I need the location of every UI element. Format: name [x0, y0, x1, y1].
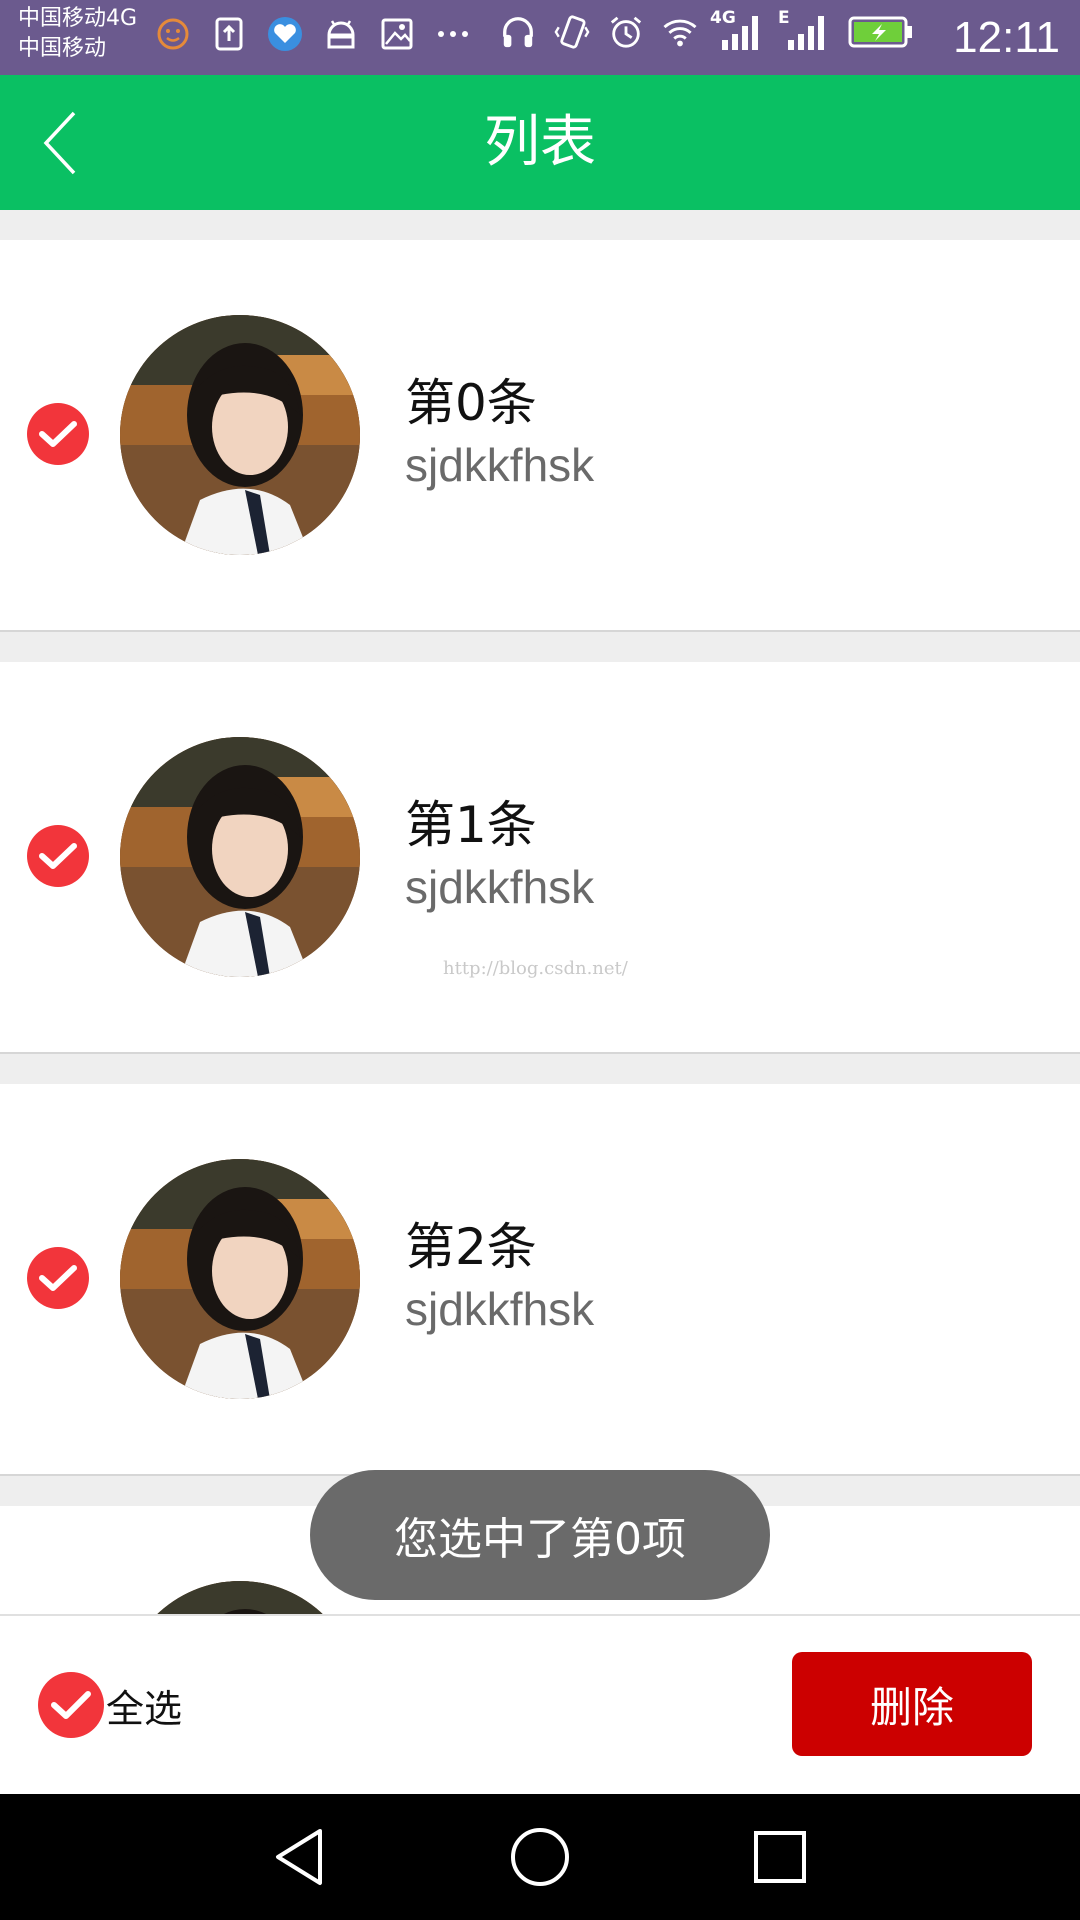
circle-home-icon [511, 1828, 569, 1886]
delete-button[interactable]: 删除 [792, 1652, 1032, 1756]
image-icon [379, 16, 415, 52]
select-all-label: 全选 [106, 1686, 183, 1731]
system-nav-bar [0, 1794, 1080, 1920]
network-4g-label: 4G [710, 8, 736, 28]
select-all-toggle[interactable]: 全选 [38, 1672, 182, 1738]
list-item[interactable]: 第1条 sjdkkfhsk [0, 662, 1080, 1054]
network-e-label: E [778, 8, 790, 28]
checkmark-icon [39, 1265, 77, 1291]
clock: 12:11 [953, 13, 1060, 62]
status-bar: 中国移动4G 中国移动 4G E 12:11 [0, 0, 1080, 75]
carrier-line2: 中国移动 [18, 36, 107, 61]
screen: 中国移动4G 中国移动 4G E 12:11 列表 第0条 sjdkkfhsk … [0, 0, 1080, 1920]
item-checkbox[interactable] [27, 1247, 89, 1309]
checkmark-icon [39, 421, 77, 447]
triangle-back-icon [276, 1829, 322, 1885]
alarm-icon [608, 14, 644, 50]
item-title: 第2条 [405, 1218, 537, 1276]
list-item[interactable]: 第2条 sjdkkfhsk [0, 1084, 1080, 1476]
list-item[interactable]: 第0条 sjdkkfhsk [0, 240, 1080, 632]
item-title: 第1条 [405, 796, 537, 854]
title-bar: 列表 [0, 75, 1080, 210]
item-subtitle: sjdkkfhsk [405, 1283, 595, 1335]
nav-back-button[interactable] [260, 1817, 340, 1897]
carrier-line1: 中国移动4G [18, 6, 138, 31]
android-icon [323, 16, 359, 52]
headphones-icon [500, 14, 536, 50]
item-checkbox[interactable] [27, 825, 89, 887]
item-subtitle: sjdkkfhsk [405, 439, 595, 491]
avatar [120, 1159, 360, 1399]
watermark: http://blog.csdn.net/ [443, 958, 628, 979]
nav-home-button[interactable] [500, 1817, 580, 1897]
notification-icons [155, 16, 471, 52]
square-recents-icon [754, 1831, 806, 1883]
item-title: 第0条 [405, 374, 537, 432]
checkmark-icon [39, 843, 77, 869]
checkmark-icon [51, 1691, 91, 1719]
upload-icon [211, 16, 247, 52]
vibrate-icon [554, 14, 590, 50]
item-subtitle: sjdkkfhsk [405, 861, 595, 913]
nav-recents-button[interactable] [740, 1817, 820, 1897]
carrier-info: 中国移动4G 中国移动 [18, 4, 137, 64]
system-icons: 4G E [500, 8, 914, 50]
face-icon [155, 16, 191, 52]
signal-4g-icon: 4G [710, 8, 764, 50]
bottom-action-bar: 全选 删除 [0, 1614, 1080, 1796]
toast-message: 您选中了第0项 [310, 1470, 770, 1600]
select-all-checkbox[interactable] [38, 1672, 104, 1738]
more-icon [435, 16, 471, 52]
page-title: 列表 [484, 110, 596, 175]
avatar [120, 315, 360, 555]
battery-charging-icon [848, 14, 914, 50]
health-icon [267, 16, 303, 52]
wifi-icon [662, 14, 698, 50]
item-checkbox[interactable] [27, 403, 89, 465]
signal-e-icon: E [778, 8, 830, 50]
avatar [120, 737, 360, 977]
